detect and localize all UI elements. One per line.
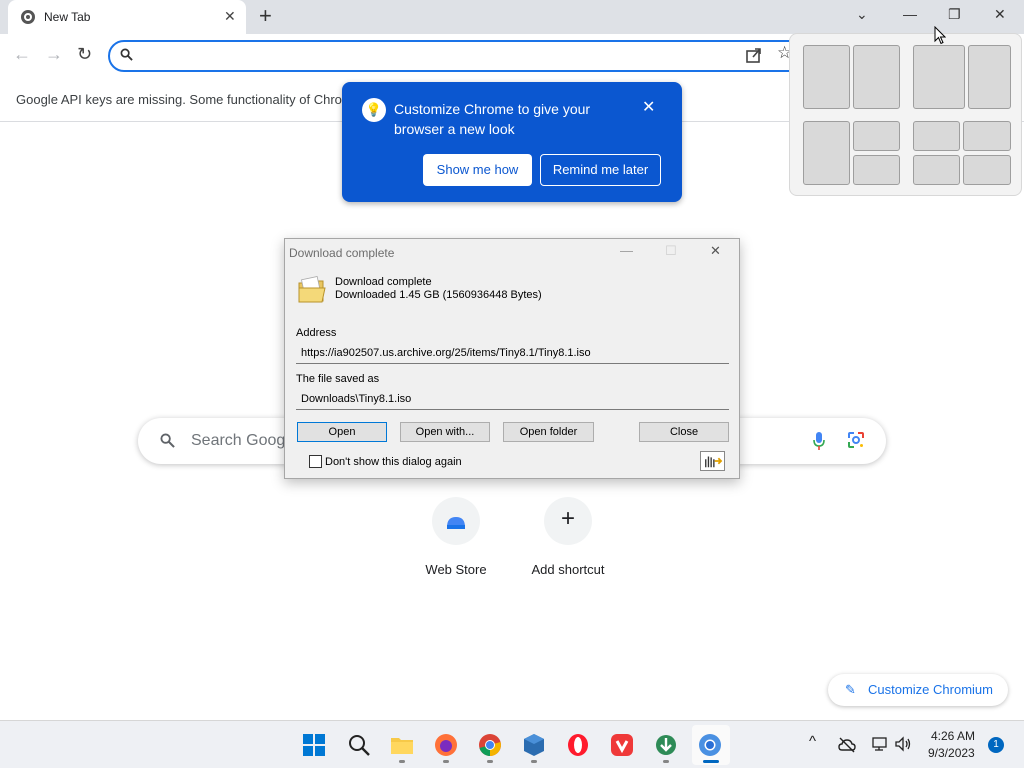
vivaldi-icon[interactable] bbox=[610, 733, 634, 757]
new-tab-button[interactable]: + bbox=[259, 5, 272, 27]
dialog-titlebar[interactable]: Download complete — ☐ ✕ bbox=[285, 239, 739, 265]
download-complete-dialog: Download complete — ☐ ✕ Download complet… bbox=[284, 238, 740, 479]
microphone-icon[interactable] bbox=[812, 431, 826, 451]
download-size: Downloaded 1.45 GB (1560936448 Bytes) bbox=[335, 289, 542, 301]
customize-chromium-button[interactable]: ✎ Customize Chromium bbox=[828, 674, 1008, 706]
notification-badge[interactable]: 1 bbox=[988, 737, 1004, 753]
dont-show-label: Don't show this dialog again bbox=[325, 456, 462, 468]
tray-overflow-chevron-icon[interactable]: ^ bbox=[809, 733, 816, 750]
address-label: Address bbox=[296, 327, 337, 339]
running-indicator bbox=[399, 760, 405, 763]
open-with-button[interactable]: Open with... bbox=[400, 422, 490, 442]
search-icon bbox=[120, 48, 133, 61]
running-indicator bbox=[531, 760, 537, 763]
opera-icon[interactable] bbox=[566, 733, 590, 757]
snap-zone[interactable] bbox=[853, 45, 900, 109]
omnibox[interactable] bbox=[108, 40, 808, 72]
snap-zone[interactable] bbox=[913, 45, 965, 109]
plus-icon: + bbox=[560, 505, 575, 532]
hand-arrow-icon bbox=[705, 456, 723, 468]
dialog-close-icon[interactable]: ✕ bbox=[710, 243, 721, 259]
snap-zone[interactable] bbox=[853, 121, 900, 151]
snap-layouts-flyout bbox=[789, 33, 1022, 196]
network-icon[interactable] bbox=[871, 736, 889, 752]
taskbar: ^ 4:26 AM 9/3/2023 1 bbox=[0, 720, 1024, 768]
ntp-search-placeholder: Search Googl bbox=[191, 432, 289, 449]
search-icon[interactable] bbox=[347, 733, 371, 757]
minimize-button[interactable]: — bbox=[903, 6, 917, 22]
tab-strip: New Tab ✕ + ⌄ — ❐ ✕ bbox=[0, 0, 1024, 34]
snap-zone[interactable] bbox=[968, 45, 1011, 109]
shortcut-web-store[interactable]: Web Store bbox=[401, 497, 511, 587]
search-icon bbox=[160, 433, 175, 448]
dialog-minimize-button[interactable]: — bbox=[620, 243, 633, 258]
hand-pointer-icon[interactable] bbox=[700, 451, 725, 471]
chromium-icon[interactable] bbox=[698, 733, 722, 757]
forward-button[interactable]: → bbox=[45, 44, 63, 64]
tab-title: New Tab bbox=[44, 10, 91, 24]
google-lens-icon[interactable] bbox=[847, 431, 865, 449]
active-indicator bbox=[703, 760, 719, 763]
dialog-maximize-button: ☐ bbox=[665, 243, 677, 258]
lightbulb-icon: 💡 bbox=[362, 98, 386, 122]
tab-new-tab[interactable]: New Tab ✕ bbox=[8, 0, 246, 34]
reload-button[interactable]: ↻ bbox=[77, 44, 92, 64]
snap-zone[interactable] bbox=[803, 45, 850, 109]
open-folder-button[interactable]: Open folder bbox=[503, 422, 594, 442]
download-manager-icon[interactable] bbox=[654, 733, 678, 757]
pencil-icon: ✎ bbox=[845, 682, 856, 697]
open-folder-icon bbox=[298, 276, 326, 303]
running-indicator bbox=[443, 760, 449, 763]
promo-text: Customize Chrome to give your browser a … bbox=[394, 101, 591, 137]
remind-me-later-button[interactable]: Remind me later bbox=[540, 154, 661, 186]
tab-close-icon[interactable]: ✕ bbox=[224, 8, 236, 24]
file-explorer-icon[interactable] bbox=[390, 733, 414, 757]
address-field[interactable]: https://ia902507.us.archive.org/25/items… bbox=[296, 342, 729, 364]
open-button[interactable]: Open bbox=[297, 422, 387, 442]
customize-chrome-promo: 💡 Customize Chrome to give your browser … bbox=[342, 82, 682, 202]
close-button[interactable]: Close bbox=[639, 422, 729, 442]
virtualbox-icon[interactable] bbox=[522, 733, 546, 757]
shortcut-label: Web Store bbox=[425, 562, 487, 577]
windows-start-icon[interactable] bbox=[302, 733, 326, 757]
add-shortcut-tile: + bbox=[544, 497, 592, 545]
snap-zone[interactable] bbox=[803, 121, 850, 185]
clock-date[interactable]: 9/3/2023 bbox=[928, 746, 975, 760]
chrome-icon[interactable] bbox=[478, 733, 502, 757]
saved-as-label: The file saved as bbox=[296, 373, 380, 385]
web-store-icon bbox=[447, 517, 465, 529]
snap-zone[interactable] bbox=[963, 121, 1011, 151]
web-store-icon-tile bbox=[432, 497, 480, 545]
tab-search-chevron-icon[interactable]: ⌄ bbox=[856, 6, 868, 22]
share-icon[interactable] bbox=[745, 46, 763, 64]
dont-show-checkbox[interactable] bbox=[309, 455, 322, 468]
snap-zone[interactable] bbox=[963, 155, 1011, 185]
shortcut-add[interactable]: + Add shortcut bbox=[513, 497, 623, 587]
volume-icon[interactable] bbox=[894, 736, 912, 752]
mouse-cursor-icon bbox=[934, 26, 946, 45]
omnibox-input[interactable] bbox=[140, 46, 740, 66]
cloud-offline-icon[interactable] bbox=[838, 737, 856, 753]
show-me-how-button[interactable]: Show me how bbox=[423, 154, 532, 186]
snap-zone[interactable] bbox=[913, 155, 960, 185]
shortcut-label: Add shortcut bbox=[531, 562, 605, 577]
customize-label: Customize Chromium bbox=[868, 682, 993, 697]
running-indicator bbox=[663, 760, 669, 763]
infobar-text: Google API keys are missing. Some functi… bbox=[16, 92, 347, 107]
promo-close-icon[interactable]: ✕ bbox=[642, 100, 655, 116]
clock-time[interactable]: 4:26 AM bbox=[931, 729, 975, 743]
running-indicator bbox=[487, 760, 493, 763]
chromium-favicon-icon bbox=[21, 10, 35, 24]
dialog-heading: Download complete bbox=[335, 276, 432, 288]
dialog-title: Download complete bbox=[289, 246, 395, 260]
saved-as-field[interactable]: Downloads\Tiny8.1.iso bbox=[296, 388, 729, 410]
back-button[interactable]: ← bbox=[13, 44, 31, 64]
snap-zone[interactable] bbox=[913, 121, 960, 151]
snap-zone[interactable] bbox=[853, 155, 900, 185]
restore-button[interactable]: ❐ bbox=[948, 6, 961, 22]
window-close-button[interactable]: ✕ bbox=[994, 6, 1006, 22]
firefox-icon[interactable] bbox=[434, 733, 458, 757]
